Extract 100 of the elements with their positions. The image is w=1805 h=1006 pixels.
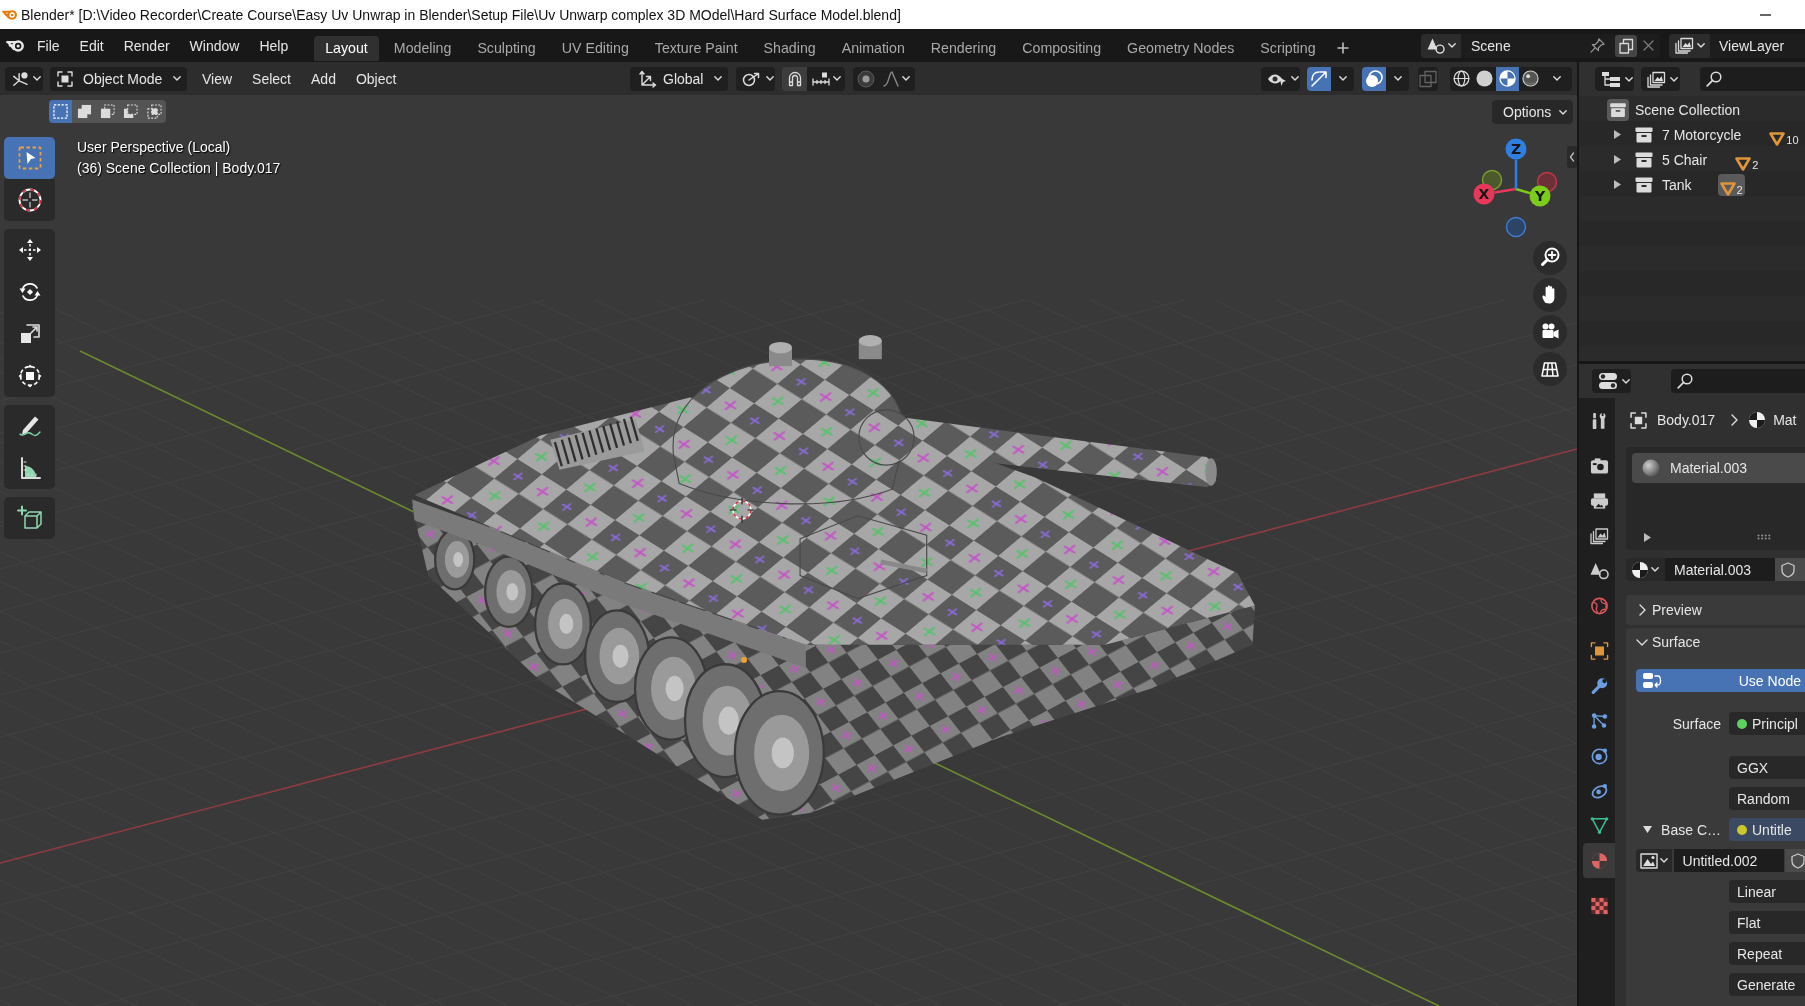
minimize-icon[interactable] (1760, 13, 1771, 16)
mode-dropdown[interactable]: Object Mode (50, 66, 187, 91)
dropdown-field[interactable]: Generate (1729, 973, 1805, 996)
triangle-right-icon[interactable] (1614, 155, 1621, 164)
triangle-down-icon[interactable] (1643, 826, 1652, 833)
zoom-icon[interactable] (1533, 241, 1567, 275)
selection-mode-button[interactable] (49, 100, 73, 123)
hand-icon[interactable] (1533, 278, 1567, 312)
dropdown-field[interactable]: GGX (1729, 756, 1805, 779)
visibility-dropdown[interactable] (1261, 66, 1300, 91)
move-tool[interactable] (4, 229, 55, 271)
pivot-dropdown[interactable] (736, 66, 775, 91)
menu-item[interactable]: Select (242, 70, 301, 87)
shading-button[interactable] (1473, 66, 1496, 91)
workspace-tab[interactable]: UV Editing (550, 36, 640, 61)
gizmo-dropdown[interactable] (1331, 66, 1354, 91)
workspace-tab[interactable]: Compositing (1011, 36, 1113, 61)
workspace-tab[interactable]: Rendering (919, 36, 1008, 61)
search-field[interactable] (1700, 67, 1805, 91)
fake-user-button[interactable] (1785, 849, 1805, 872)
triangle-right-icon[interactable] (1614, 180, 1621, 189)
fake-user-button[interactable] (1775, 558, 1805, 581)
triangle-right-icon[interactable] (1644, 532, 1651, 542)
menu-item[interactable]: Edit (69, 34, 114, 57)
use-nodes-button[interactable]: Use Node (1636, 669, 1805, 692)
transform-tool[interactable] (4, 355, 55, 397)
workspace-tab[interactable]: Layout (314, 36, 379, 61)
collection-label[interactable]: Tank (1662, 176, 1692, 193)
display-mode-dropdown[interactable] (1595, 67, 1634, 91)
menu-item[interactable]: Help (249, 34, 299, 57)
workspace-tab[interactable]: Geometry Nodes (1116, 36, 1246, 61)
pin-icon[interactable] (1590, 38, 1605, 53)
view-layer-name-field[interactable]: ViewLayer (1710, 33, 1805, 58)
image-browse-dropdown[interactable] (1636, 849, 1672, 872)
camera-icon[interactable] (1533, 315, 1567, 349)
dropdown-field[interactable]: Repeat (1729, 942, 1805, 965)
gizmo-toggle[interactable] (1307, 66, 1331, 91)
dropdown-field[interactable]: Flat (1729, 911, 1805, 934)
overlay-dropdown[interactable] (1386, 66, 1409, 91)
active-data-badge[interactable]: 2 (1717, 173, 1745, 196)
dropdown-field[interactable]: Linear (1729, 880, 1805, 903)
plus-icon[interactable] (1336, 42, 1349, 54)
xray-toggle[interactable] (1418, 66, 1438, 91)
panel-header[interactable]: Preview (1626, 595, 1805, 625)
dots-grip-icon[interactable] (1757, 534, 1771, 540)
triangle-right-icon[interactable] (1614, 130, 1621, 139)
workspace-tab[interactable]: Animation (830, 36, 916, 61)
scene-dropdown[interactable] (1421, 33, 1461, 58)
options-dropdown[interactable]: Options (1492, 100, 1573, 124)
socket-field[interactable]: Principl (1729, 712, 1805, 735)
image-name-field[interactable]: Untitled.002 (1673, 849, 1784, 872)
menu-item[interactable]: Object (345, 70, 407, 87)
search-field[interactable] (1671, 369, 1805, 393)
circle-icon[interactable] (1505, 216, 1527, 238)
socket-field[interactable]: Untitle (1729, 818, 1805, 841)
orientation-dropdown[interactable]: Global (630, 66, 728, 91)
data-badge[interactable]: 10 (1767, 123, 1801, 146)
axis-handle[interactable]: Z (1505, 138, 1527, 160)
shading-button[interactable] (1496, 66, 1519, 91)
workspace-tab[interactable]: Modeling (382, 36, 463, 61)
snap-toggle[interactable] (782, 66, 807, 91)
menu-item[interactable]: Add (301, 70, 346, 87)
panel-header[interactable]: Surface (1626, 628, 1805, 656)
workspace-tab[interactable]: Shading (752, 36, 827, 61)
view-layer-dropdown[interactable] (1669, 33, 1710, 58)
axis-handle[interactable]: X (1473, 183, 1495, 205)
filter-dropdown[interactable] (1641, 67, 1680, 91)
workspace-tab[interactable]: Texture Paint (643, 36, 749, 61)
measure-tool[interactable] (4, 447, 55, 489)
menu-item[interactable]: Render (113, 34, 180, 57)
data-badge[interactable]: 2 (1733, 148, 1761, 171)
add-cube-tool[interactable] (4, 497, 55, 539)
workspace-tab[interactable]: Scripting (1249, 36, 1327, 61)
scene-name-field[interactable]: Scene (1461, 33, 1660, 58)
perspective-grid-icon[interactable] (1533, 352, 1567, 386)
selection-mode-button[interactable] (142, 100, 166, 123)
menu-item[interactable]: Window (179, 34, 250, 57)
copy-icon[interactable] (1615, 34, 1637, 57)
collection-label[interactable]: Scene Collection (1635, 101, 1741, 118)
menu-item[interactable]: File (27, 34, 70, 57)
menu-item[interactable]: View (192, 70, 243, 87)
annotate-tool[interactable] (4, 405, 55, 447)
falloff-dropdown[interactable] (878, 66, 915, 91)
shading-button[interactable] (1519, 66, 1542, 91)
material-browse-dropdown[interactable] (1626, 558, 1665, 581)
shading-button[interactable] (1450, 66, 1473, 91)
box-icon[interactable] (1607, 98, 1629, 121)
overlay-toggle[interactable] (1362, 66, 1386, 91)
material-slot[interactable]: Material.003 (1632, 453, 1805, 483)
editor-type-dropdown[interactable] (5, 66, 43, 91)
selection-mode-button[interactable] (72, 100, 96, 123)
cursor-tool[interactable] (4, 179, 55, 221)
collection-label[interactable]: 5 Chair (1662, 151, 1708, 168)
workspace-tab[interactable]: Sculpting (466, 36, 547, 61)
shading-dropdown[interactable] (1542, 66, 1572, 91)
snap-target-dropdown[interactable] (807, 66, 845, 91)
editor-type-dropdown[interactable] (1592, 369, 1631, 393)
collection-label[interactable]: 7 Motorcycle (1662, 126, 1742, 143)
proportional-toggle[interactable] (853, 66, 878, 91)
close-icon[interactable] (1643, 40, 1654, 51)
